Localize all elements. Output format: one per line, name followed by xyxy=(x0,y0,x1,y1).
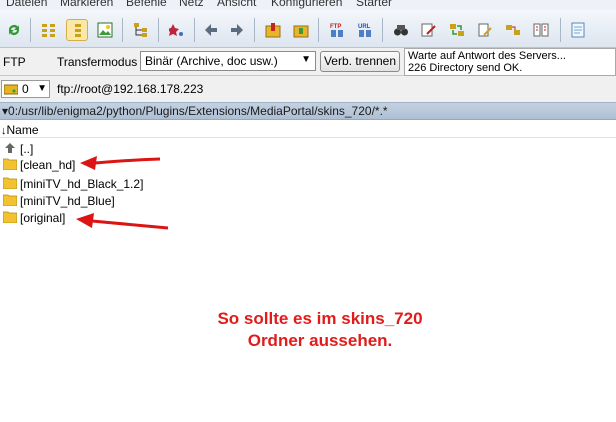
path-bar[interactable]: ▾0:/usr/lib/enigma2/python/Plugins/Exten… xyxy=(0,102,616,120)
toolbar-separator xyxy=(560,18,561,42)
back-button[interactable] xyxy=(200,19,222,41)
toolbar-separator xyxy=(318,18,319,42)
drive-select[interactable]: 0 ▼ xyxy=(1,80,50,98)
log-line: Warte auf Antwort des Servers... xyxy=(408,50,566,62)
pack-icon xyxy=(265,23,281,38)
chevron-down-icon: ▼ xyxy=(37,83,47,94)
notepad-button[interactable] xyxy=(567,19,589,41)
menu-starter[interactable]: Starter xyxy=(356,0,392,9)
folder-icon xyxy=(3,177,17,189)
toolbar: FTP URL xyxy=(0,10,616,48)
current-path: 0:/usr/lib/enigma2/python/Plugins/Extens… xyxy=(8,104,388,118)
file-name: [miniTV_hd_Black_1.2] xyxy=(20,177,144,191)
transfer-mode-value: Binär (Archive, doc usw.) xyxy=(145,54,278,68)
menu-dateien[interactable]: Dateien xyxy=(6,0,47,9)
tree-button[interactable] xyxy=(130,19,152,41)
ftp-label: FTP xyxy=(3,55,26,69)
annotation-line: So sollte es im skins_720 xyxy=(217,309,423,328)
search-icon xyxy=(394,25,408,36)
toolbar-separator xyxy=(254,18,255,42)
compare-files-icon xyxy=(533,23,549,37)
search-button[interactable] xyxy=(390,19,412,41)
name-column-header[interactable]: ↓Name xyxy=(0,123,616,138)
disconnect-button[interactable]: Verb. trennen xyxy=(320,51,400,72)
list-item-parent[interactable]: [..] xyxy=(0,141,200,157)
rename-icon xyxy=(478,23,492,37)
file-name: [miniTV_hd_Blue] xyxy=(20,194,115,208)
chevron-down-icon: ▼ xyxy=(301,54,311,65)
list-item[interactable]: [miniTV_hd_Blue] xyxy=(0,193,200,209)
pack-button[interactable] xyxy=(262,19,284,41)
folder-icon xyxy=(3,211,17,223)
ftp-host: ftp://root@192.168.178.223 xyxy=(57,82,204,96)
drive-value: 0 xyxy=(22,82,29,96)
menu-markieren[interactable]: Markieren xyxy=(60,0,113,9)
toolbar-separator xyxy=(382,18,383,42)
file-name: [clean_hd] xyxy=(20,158,76,172)
menu-ansicht[interactable]: Ansicht xyxy=(217,0,256,9)
list-item[interactable]: [clean_hd] xyxy=(0,157,200,173)
refresh-button[interactable] xyxy=(3,19,25,41)
url-connect-button[interactable]: URL xyxy=(354,19,376,41)
view-thumbnails-icon xyxy=(97,22,113,38)
folder-icon xyxy=(3,194,17,206)
ftp-connect-icon: FTP xyxy=(330,24,343,37)
compare-icon xyxy=(169,24,183,36)
drive-icon xyxy=(4,84,18,95)
transfer-mode-select[interactable]: Binär (Archive, doc usw.) ▼ xyxy=(140,51,316,71)
forward-button[interactable] xyxy=(226,19,248,41)
folder-sync-icon xyxy=(506,25,520,35)
view-full-icon xyxy=(75,24,81,37)
menu-bar: Dateien Markieren Befehle Netz Ansicht K… xyxy=(0,0,616,10)
annotation-text: So sollte es im skins_720 Ordner aussehe… xyxy=(200,308,440,352)
sync-dirs-icon xyxy=(450,24,464,36)
name-column-label: Name xyxy=(6,123,39,137)
svg-text:FTP: FTP xyxy=(330,24,341,30)
multi-rename-button[interactable] xyxy=(418,19,440,41)
file-name: [original] xyxy=(20,211,66,225)
annotation-line: Ordner aussehen. xyxy=(247,331,393,350)
multi-rename-button-2[interactable] xyxy=(474,19,496,41)
forward-icon xyxy=(231,24,243,36)
url-connect-icon: URL xyxy=(358,24,371,37)
menu-konfigurieren[interactable]: Konfigurieren xyxy=(271,0,342,9)
tree-icon xyxy=(134,23,147,37)
view-full-button[interactable] xyxy=(66,19,88,41)
svg-text:URL: URL xyxy=(358,24,371,30)
menu-netz[interactable]: Netz xyxy=(179,0,204,9)
compare-files-button[interactable] xyxy=(530,19,552,41)
folder-icon xyxy=(3,158,17,170)
toolbar-separator xyxy=(158,18,159,42)
toolbar-separator xyxy=(122,18,123,42)
up-arrow-icon xyxy=(5,143,15,153)
back-icon xyxy=(205,24,217,36)
file-name: [..] xyxy=(20,142,34,156)
view-brief-icon xyxy=(42,24,55,37)
list-item[interactable]: [original] xyxy=(0,210,200,226)
toolbar-separator xyxy=(30,18,31,42)
menu-befehle[interactable]: Befehle xyxy=(126,0,167,9)
compare-button[interactable] xyxy=(166,19,188,41)
log-line: 226 Directory send OK. xyxy=(408,62,523,74)
ftp-log: Warte auf Antwort des Servers... 226 Dir… xyxy=(404,48,616,76)
sync-dirs-button[interactable] xyxy=(446,19,468,41)
notepad-icon xyxy=(571,22,585,38)
list-item[interactable]: [miniTV_hd_Black_1.2] xyxy=(0,176,200,192)
ftp-connect-button[interactable]: FTP xyxy=(326,19,348,41)
refresh-icon xyxy=(9,25,19,35)
toolbar-separator xyxy=(194,18,195,42)
multi-rename-icon xyxy=(421,23,436,37)
unpack-icon xyxy=(293,25,309,38)
view-brief-button[interactable] xyxy=(38,19,60,41)
sync-button-2[interactable] xyxy=(502,19,524,41)
ftp-bar: FTP Transfermodus Binär (Archive, doc us… xyxy=(0,48,616,76)
unpack-button[interactable] xyxy=(290,19,312,41)
transfer-mode-label: Transfermodus xyxy=(57,55,138,69)
view-thumbnails-button[interactable] xyxy=(94,19,116,41)
